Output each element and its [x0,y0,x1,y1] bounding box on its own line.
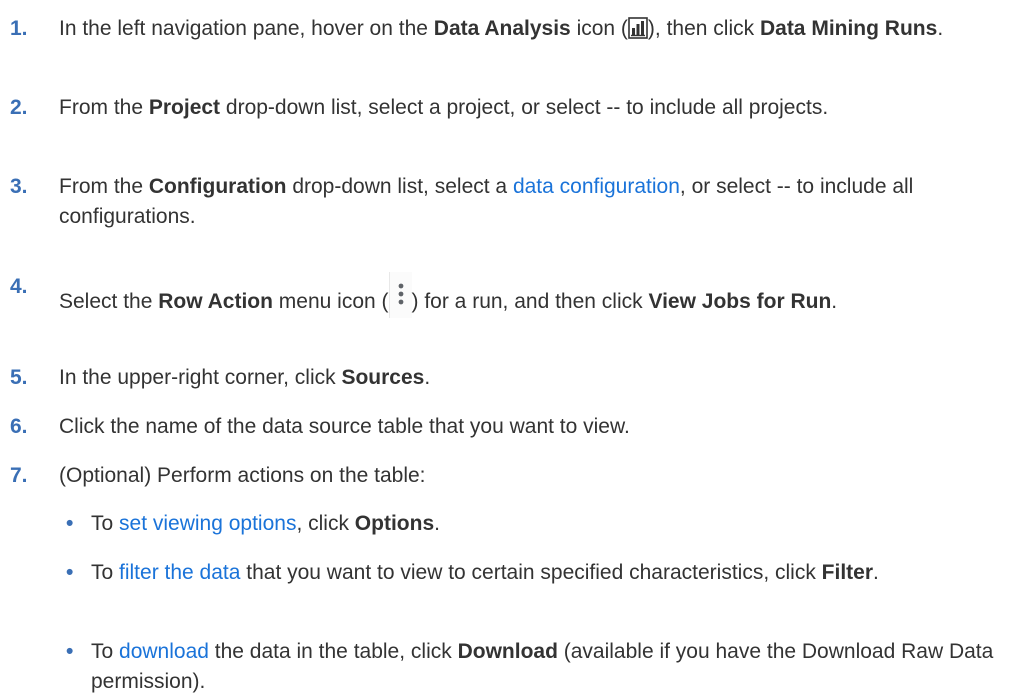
substep-text: To download the data in the table, click… [91,637,1012,697]
text-run: To [91,640,120,663]
text-run: From the [59,96,149,119]
text-run: In the upper-right corner, click [59,366,342,389]
text-run: To [91,512,120,535]
ui-term-view-jobs-for-run: View Jobs for Run [648,290,832,313]
text-run: . [831,290,838,313]
step-number: 2. [10,96,28,119]
text-run: In the left navigation pane, hover on th… [59,17,434,40]
ui-term-sources: Sources [341,366,425,389]
text-run: . [873,561,879,584]
step-number: 3. [10,175,28,198]
text-run: that you want to view to certain specifi… [240,561,822,584]
text-run: From the [59,175,149,198]
text-run: . [434,512,440,535]
step-text: In the left navigation pane, hover on th… [59,14,1012,44]
link-data-configuration[interactable]: data configuration [513,175,680,198]
data-analysis-icon [628,17,648,39]
text-run: ), then click [647,17,760,40]
text-run: icon ( [570,17,628,40]
ui-term-project: Project [148,96,221,119]
text-run: ) for a run, and then click [411,290,649,313]
text-run: , click [296,512,355,535]
text-run: Click the name of the data source table … [59,415,630,438]
text-run: Select the [59,290,159,313]
ui-term-configuration: Configuration [148,175,287,198]
bullet: • [66,561,74,584]
ui-term-download: Download [457,640,558,663]
substep-text: To set viewing options, click Options. [91,509,1012,539]
text-run: To [91,561,120,584]
step-text: Select the Row Action menu icon ( ) for … [59,272,1012,318]
ui-term-filter: Filter [821,561,874,584]
kebab-menu-icon [388,272,412,318]
step-number: 5. [10,366,28,389]
step-text: Click the name of the data source table … [59,412,1012,442]
text-run: drop-down list, select a [286,175,513,198]
text-run: drop-down list, select a project, or sel… [220,96,829,119]
text-run: the data in the table, click [208,640,458,663]
step-text: From the Configuration drop-down list, s… [59,172,1012,232]
bullet: • [66,640,74,663]
ui-term-row-action: Row Action [158,290,273,313]
text-run: (Optional) Perform actions on the table: [59,464,426,487]
ui-term-data-analysis: Data Analysis [433,17,571,40]
link-download[interactable]: download [119,640,209,663]
step-number: 7. [10,464,28,487]
step-text: From the Project drop-down list, select … [59,93,1012,123]
step-number: 1. [10,17,28,40]
link-filter-the-data[interactable]: filter the data [119,561,240,584]
substep-text: To filter the data that you want to view… [91,558,1012,588]
text-run: . [937,17,944,40]
bullet: • [66,512,74,535]
ui-term-options: Options [354,512,435,535]
link-set-viewing-options[interactable]: set viewing options [119,512,296,535]
ui-term-data-mining-runs: Data Mining Runs [759,17,938,40]
text-run: menu icon ( [272,290,389,313]
step-number: 6. [10,415,28,438]
step-number: 4. [10,275,28,298]
text-run: . [424,366,431,389]
step-text: (Optional) Perform actions on the table: [59,461,1012,491]
step-text: In the upper-right corner, click Sources… [59,363,1012,393]
